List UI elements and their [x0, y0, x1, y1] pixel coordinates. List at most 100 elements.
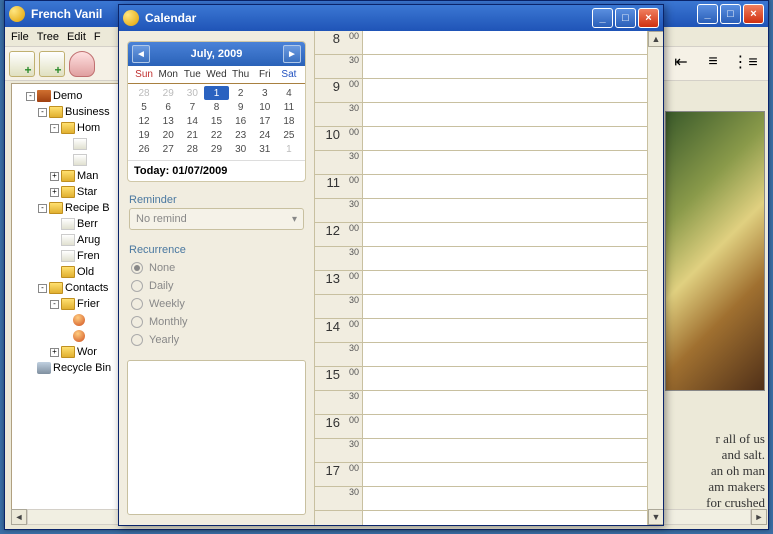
scroll-left-icon[interactable]: ◄ [11, 509, 27, 525]
vscrollbar[interactable]: ▲ ▼ [647, 31, 663, 525]
reminder-select[interactable]: No remind ▾ [129, 208, 304, 230]
date-cell[interactable]: 29 [156, 86, 180, 100]
schedule-slot[interactable] [363, 487, 647, 511]
date-cell[interactable]: 12 [132, 114, 156, 128]
maximize-button[interactable]: □ [720, 4, 741, 24]
date-cell[interactable]: 17 [253, 114, 277, 128]
tree-item[interactable] [14, 328, 126, 344]
schedule-slot[interactable] [363, 439, 647, 463]
tree-expander[interactable]: - [38, 108, 47, 117]
schedule-slot[interactable] [363, 343, 647, 367]
date-cell[interactable]: 19 [132, 128, 156, 142]
date-cell[interactable]: 13 [156, 114, 180, 128]
date-cell[interactable]: 29 [204, 142, 228, 156]
tree-expander[interactable]: + [50, 348, 59, 357]
tree-item[interactable]: Old [14, 264, 126, 280]
schedule-slot[interactable] [363, 79, 647, 103]
scroll-up-icon[interactable]: ▲ [648, 31, 663, 47]
tree-item[interactable]: Berr [14, 216, 126, 232]
close-button[interactable]: × [743, 4, 764, 24]
schedule-slot[interactable] [363, 367, 647, 391]
date-cell[interactable]: 30 [229, 142, 253, 156]
tree-item[interactable] [14, 152, 126, 168]
tree-item[interactable]: +Wor [14, 344, 126, 360]
calendar-titlebar[interactable]: Calendar _ □ × [119, 5, 663, 31]
date-cell[interactable]: 21 [180, 128, 204, 142]
tree-expander[interactable]: - [38, 284, 47, 293]
date-cell[interactable]: 8 [204, 100, 228, 114]
tree-item[interactable]: Recycle Bin [14, 360, 126, 376]
schedule-slot[interactable] [363, 271, 647, 295]
notes-input[interactable] [127, 360, 306, 515]
scroll-right-icon[interactable]: ► [751, 509, 767, 525]
menu-edit[interactable]: Edit [67, 31, 86, 43]
date-cell[interactable]: 28 [180, 142, 204, 156]
next-month-button[interactable]: ► [283, 45, 301, 63]
schedule-slot[interactable] [363, 151, 647, 175]
schedule-slot[interactable] [363, 295, 647, 319]
scroll-down-icon[interactable]: ▼ [648, 509, 663, 525]
date-cell[interactable]: 14 [180, 114, 204, 128]
new-folder-icon[interactable] [39, 51, 65, 77]
date-cell[interactable]: 9 [229, 100, 253, 114]
tree-item[interactable]: -Business [14, 104, 126, 120]
menu-tree[interactable]: Tree [37, 31, 59, 43]
date-cell[interactable]: 2 [229, 86, 253, 100]
date-cell[interactable]: 11 [277, 100, 301, 114]
date-cell[interactable]: 4 [277, 86, 301, 100]
date-cell[interactable]: 22 [204, 128, 228, 142]
date-grid[interactable]: 2829301234567891011121314151617181920212… [128, 84, 305, 160]
tree-item[interactable]: Arug [14, 232, 126, 248]
recurrence-option[interactable]: Yearly [131, 334, 302, 346]
tree[interactable]: -Demo-Business-Hom+Man+Star-Recipe BBerr… [12, 84, 128, 380]
calendar-close-button[interactable]: × [638, 8, 659, 28]
list-icon[interactable]: ≡ [700, 49, 726, 75]
schedule-slot[interactable] [363, 55, 647, 79]
menu-f[interactable]: F [94, 31, 101, 43]
bullets-icon[interactable]: ⋮≡ [732, 49, 758, 75]
date-cell[interactable]: 26 [132, 142, 156, 156]
date-cell[interactable]: 27 [156, 142, 180, 156]
date-cell[interactable]: 6 [156, 100, 180, 114]
date-cell[interactable]: 18 [277, 114, 301, 128]
tree-expander[interactable]: - [50, 300, 59, 309]
calendar-maximize-button[interactable]: □ [615, 8, 636, 28]
tree-item[interactable]: +Man [14, 168, 126, 184]
recurrence-option[interactable]: None [131, 262, 302, 274]
date-cell[interactable]: 1 [277, 142, 301, 156]
menu-file[interactable]: File [11, 31, 29, 43]
tree-expander[interactable]: - [26, 92, 35, 101]
tree-item[interactable] [14, 312, 126, 328]
tree-item[interactable]: +Star [14, 184, 126, 200]
date-cell[interactable]: 25 [277, 128, 301, 142]
tree-expander[interactable]: - [38, 204, 47, 213]
schedule-slot[interactable] [363, 319, 647, 343]
schedule-slots[interactable] [363, 31, 647, 525]
outdent-icon[interactable]: ⇤ [668, 49, 694, 75]
schedule-slot[interactable] [363, 103, 647, 127]
tree-item[interactable]: -Recipe B [14, 200, 126, 216]
date-cell[interactable]: 1 [204, 86, 228, 100]
schedule-slot[interactable] [363, 463, 647, 487]
schedule-slot[interactable] [363, 391, 647, 415]
date-cell[interactable]: 30 [180, 86, 204, 100]
tree-item[interactable] [14, 136, 126, 152]
date-cell[interactable]: 7 [180, 100, 204, 114]
prev-month-button[interactable]: ◄ [132, 45, 150, 63]
calendar-minimize-button[interactable]: _ [592, 8, 613, 28]
date-cell[interactable]: 23 [229, 128, 253, 142]
tree-expander[interactable]: + [50, 188, 59, 197]
new-page-icon[interactable] [9, 51, 35, 77]
date-cell[interactable]: 31 [253, 142, 277, 156]
schedule-slot[interactable] [363, 199, 647, 223]
date-cell[interactable]: 5 [132, 100, 156, 114]
vscroll-track[interactable] [648, 47, 663, 509]
tree-item[interactable]: -Hom [14, 120, 126, 136]
recurrence-option[interactable]: Weekly [131, 298, 302, 310]
today-label[interactable]: Today: 01/07/2009 [128, 160, 305, 181]
tree-item[interactable]: -Contacts [14, 280, 126, 296]
date-cell[interactable]: 10 [253, 100, 277, 114]
minimize-button[interactable]: _ [697, 4, 718, 24]
date-cell[interactable]: 15 [204, 114, 228, 128]
schedule-slot[interactable] [363, 127, 647, 151]
